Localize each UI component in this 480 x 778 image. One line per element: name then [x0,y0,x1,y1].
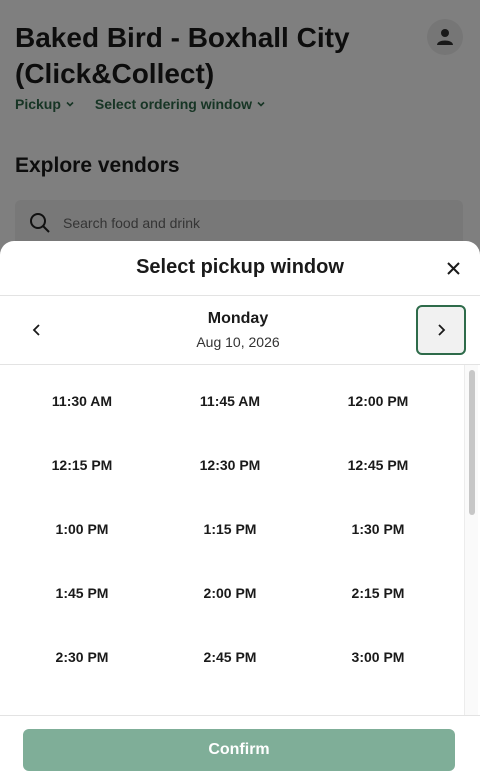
time-slot[interactable]: 1:30 PM [304,497,452,561]
selected-day-name: Monday [207,310,269,327]
scrollbar-thumb[interactable] [469,370,475,515]
date-navigator: Monday Aug 10, 2026 [0,296,480,365]
time-slot-list[interactable]: 11:30 AM 11:45 AM 12:00 PM 12:15 PM 12:3… [0,365,464,715]
time-slot[interactable]: 11:30 AM [8,369,156,433]
confirm-button[interactable]: Confirm [23,729,455,771]
time-slot[interactable]: 12:45 PM [304,433,452,497]
modal-footer: Confirm [0,715,480,778]
pickup-window-modal: Select pickup window Monday Aug 10, 2026… [0,241,480,778]
time-slot[interactable]: 12:15 PM [8,433,156,497]
chevron-right-icon [438,324,446,336]
modal-title: Select pickup window [136,256,344,278]
close-icon [446,261,460,275]
time-slot[interactable]: 12:30 PM [156,433,304,497]
time-slot[interactable]: 2:15 PM [304,561,452,625]
time-slot[interactable]: 2:45 PM [156,625,304,689]
time-slot[interactable]: 11:45 AM [156,369,304,433]
time-slot[interactable]: 2:30 PM [8,625,156,689]
time-slot[interactable]: 1:00 PM [8,497,156,561]
next-day-button[interactable] [416,305,466,355]
modal-header: Select pickup window [0,241,480,296]
time-slot[interactable]: 12:00 PM [304,369,452,433]
close-button[interactable] [440,255,466,281]
selected-date: Aug 10, 2026 [196,334,280,350]
time-slot[interactable]: 1:45 PM [8,561,156,625]
time-slot-grid: 11:30 AM 11:45 AM 12:00 PM 12:15 PM 12:3… [0,365,464,689]
slot-scrollbar[interactable] [464,365,478,715]
time-slot[interactable]: 1:15 PM [156,497,304,561]
time-slot[interactable]: 3:00 PM [304,625,452,689]
time-slot[interactable]: 2:00 PM [156,561,304,625]
